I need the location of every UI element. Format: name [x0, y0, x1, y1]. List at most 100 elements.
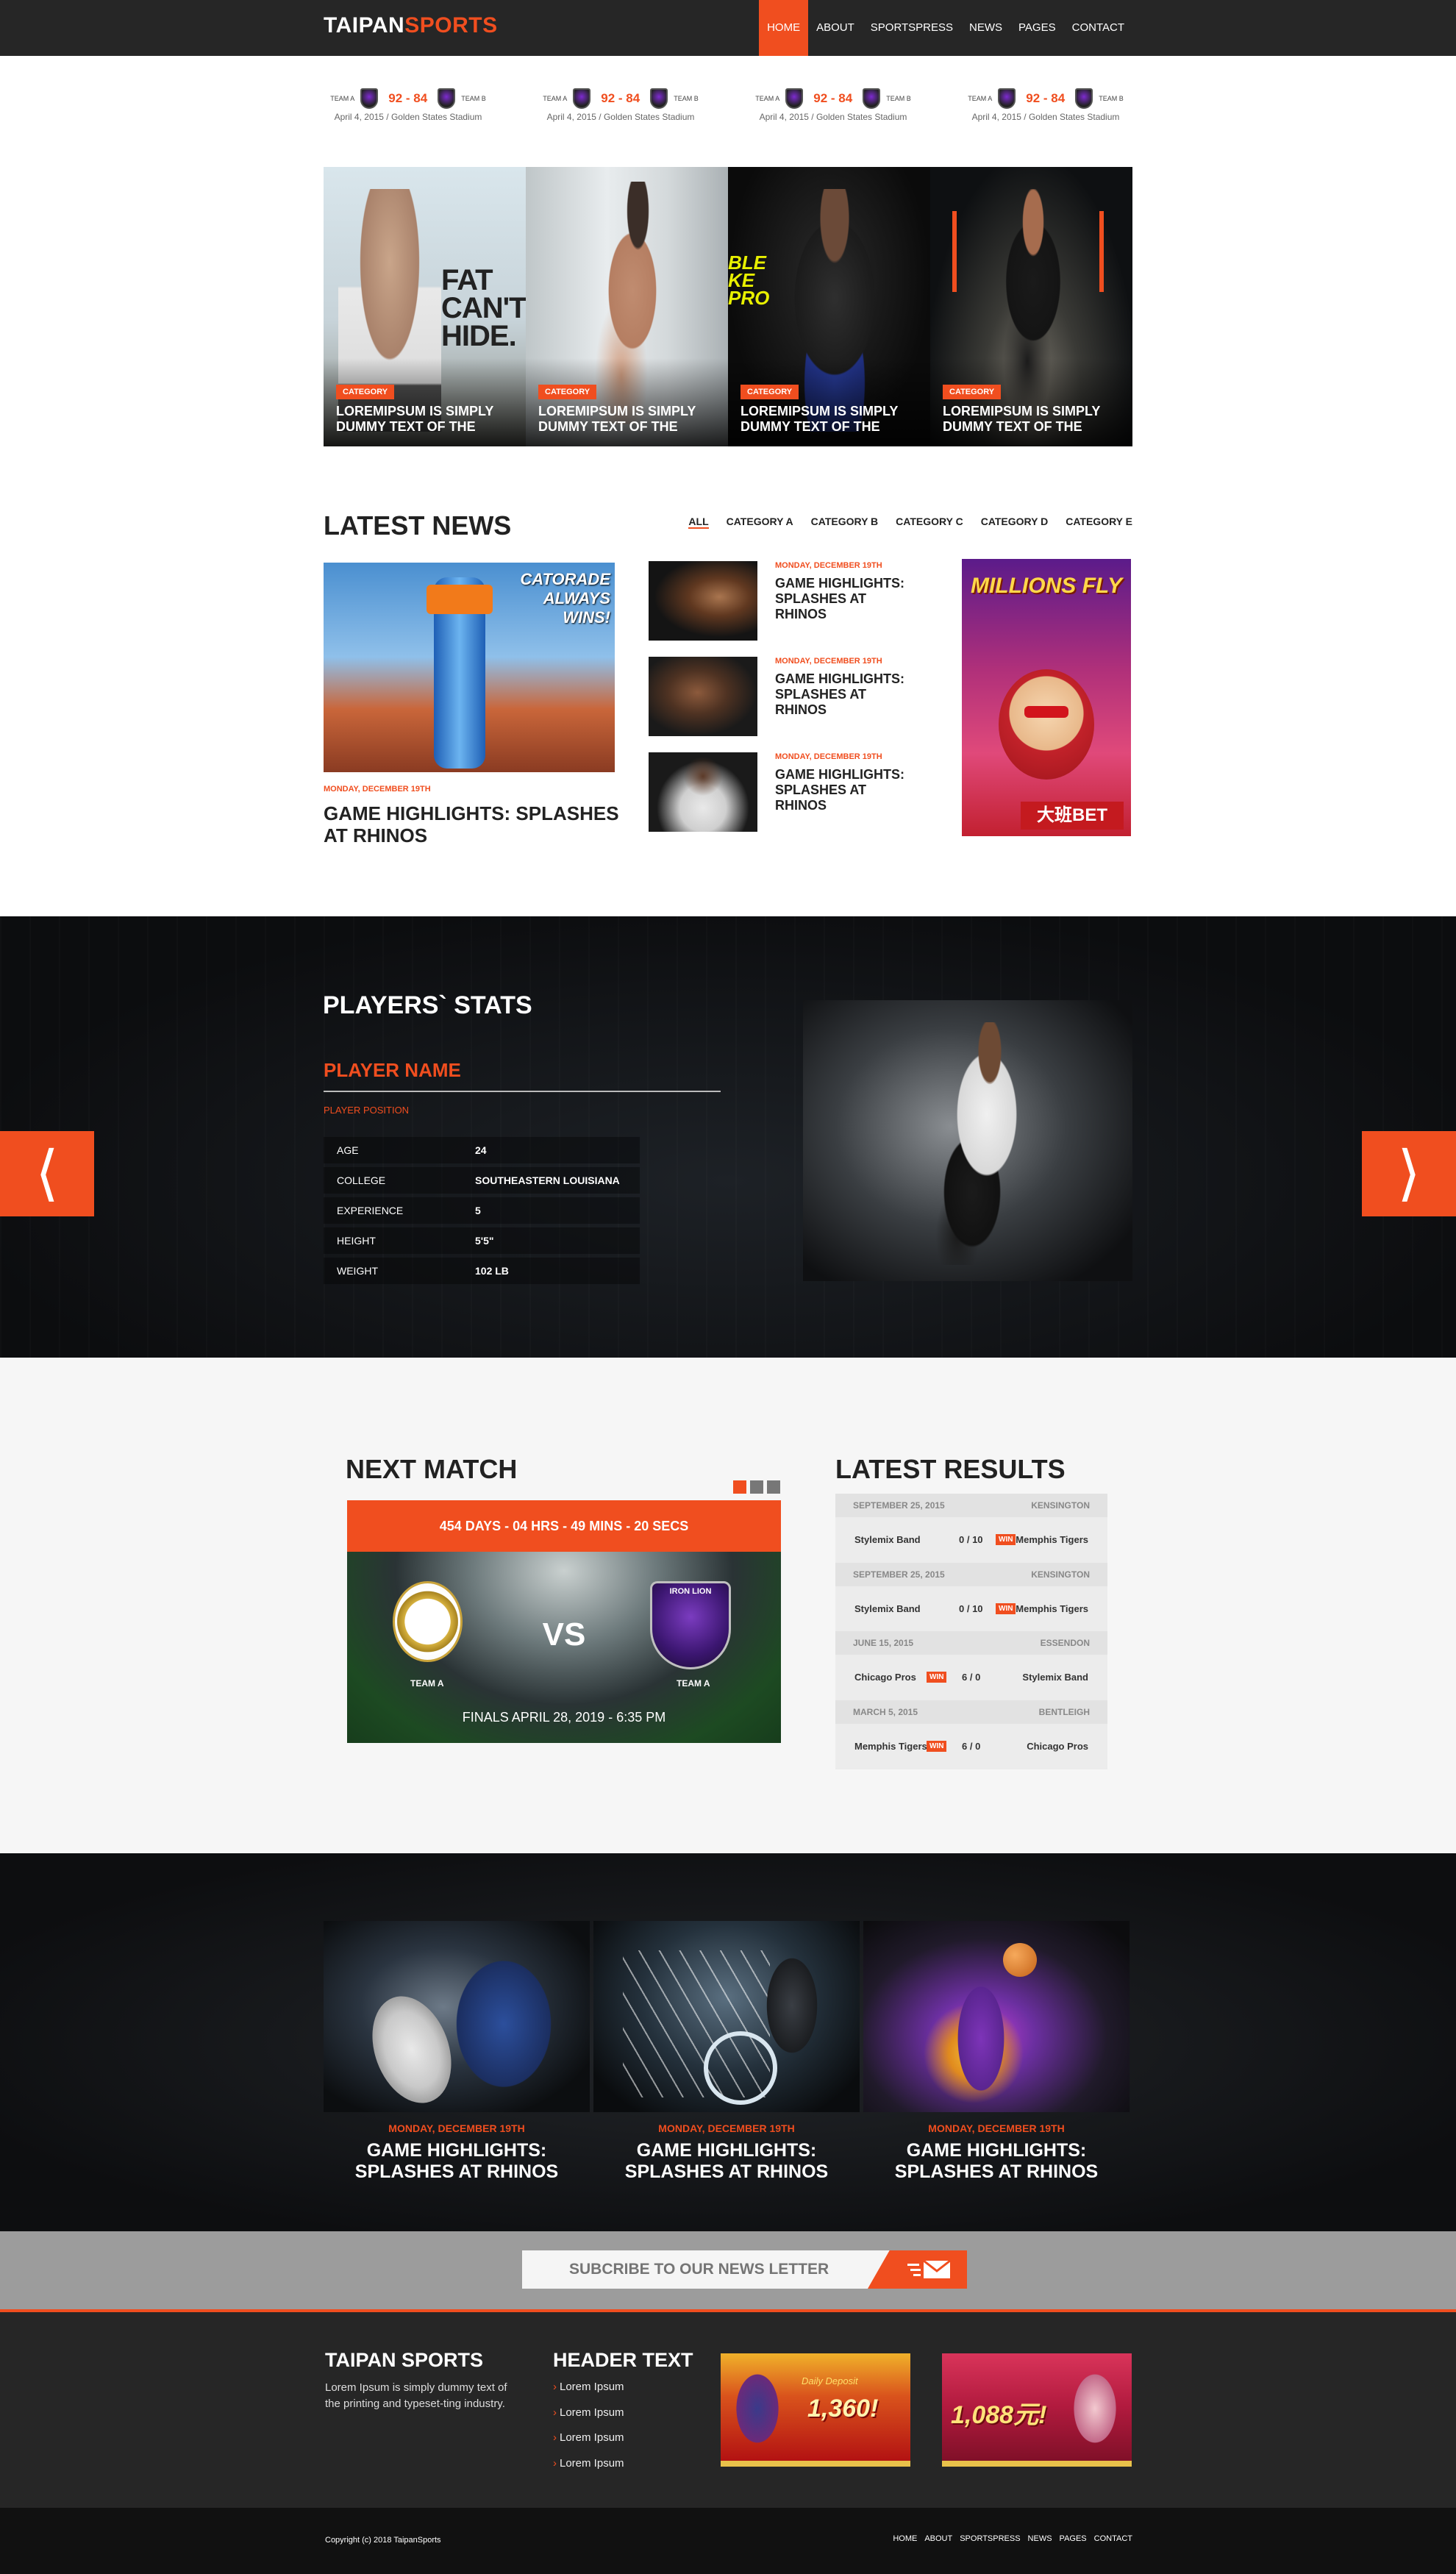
side-advertisement[interactable]: MILLIONS FLY 大班BET: [962, 559, 1131, 836]
feature-tile[interactable]: BLE KE PRO CATEGORY LOREMIPSUM IS SIMPLY…: [728, 167, 930, 446]
ad-mascot-graphic: [999, 669, 1094, 780]
feature-tile[interactable]: CATEGORY LOREMIPSUM IS SIMPLY DUMMY TEXT…: [930, 167, 1132, 446]
tab-category-a[interactable]: CATEGORY A: [727, 516, 793, 529]
stat-value: 5'5": [475, 1235, 494, 1247]
result-date: JUNE 15, 2015: [853, 1638, 914, 1648]
result-date: MARCH 5, 2015: [853, 1707, 918, 1717]
footer-nav-contact[interactable]: CONTACT: [1094, 2534, 1132, 2543]
news-list-item[interactable]: MONDAY, DECEMBER 19TH GAME HIGHLIGHTS: SP…: [649, 657, 906, 738]
category-badge[interactable]: CATEGORY: [943, 385, 1002, 399]
news-thumbnail[interactable]: [649, 561, 757, 641]
tile-title[interactable]: LOREMIPSUM IS SIMPLY DUMMY TEXT OF THE: [336, 404, 513, 435]
footer-link[interactable]: › Lorem Ipsum: [553, 2381, 624, 2393]
nav-sportspress[interactable]: SPORTSPRESS: [863, 0, 961, 56]
nav-about[interactable]: ABOUT: [808, 0, 863, 56]
result-date: SEPTEMBER 25, 2015: [853, 1569, 945, 1580]
footer-nav-about[interactable]: ABOUT: [924, 2534, 952, 2543]
tab-category-c[interactable]: CATEGORY C: [896, 516, 963, 529]
footer-nav-home[interactable]: HOME: [893, 2534, 917, 2543]
score-card[interactable]: TEAM A 92 - 84 TEAM B April 4, 2015 / Gold…: [961, 87, 1130, 131]
carousel-dot[interactable]: [767, 1480, 780, 1494]
highlight-date: MONDAY, DECEMBER 19TH: [388, 2122, 525, 2134]
match-date: April 4, 2015 / Golden States Stadium: [971, 112, 1120, 122]
category-badge[interactable]: CATEGORY: [741, 385, 799, 399]
news-category-tabs: ALL CATEGORY A CATEGORY B CATEGORY C CAT…: [688, 516, 1132, 529]
result-left-team: Stylemix Band: [854, 1603, 921, 1614]
news-thumbnail[interactable]: [649, 657, 757, 736]
news-list-item[interactable]: MONDAY, DECEMBER 19TH GAME HIGHLIGHTS: SP…: [649, 561, 906, 642]
home-team: TEAM A: [330, 95, 355, 102]
stat-row: COLLEGE SOUTHEASTERN LOUISIANA: [324, 1167, 640, 1194]
highlight-title[interactable]: GAME HIGHLIGHTS: SPLASHES AT RHINOS: [863, 2140, 1130, 2183]
score-card[interactable]: TEAM A 92 - 84 TEAM B April 4, 2015 / Gold…: [749, 87, 918, 131]
score: 92 - 84: [601, 91, 640, 105]
highlight-image[interactable]: [863, 1921, 1130, 2112]
result-row[interactable]: Stylemix Band 0 / 10 WIN Memphis Tigers: [835, 1517, 1107, 1563]
news-title[interactable]: GAME HIGHLIGHTS: SPLASHES AT RHINOS: [775, 576, 907, 622]
match-banner[interactable]: IRON LION VS TEAM A TEAM A FINALS APRIL …: [347, 1552, 781, 1743]
footer-nav-news[interactable]: NEWS: [1028, 2534, 1052, 2543]
copyright-text: Copyright (c) 2018 TaipanSports: [325, 2536, 441, 2545]
main-news-title[interactable]: GAME HIGHLIGHTS: SPLASHES AT RHINOS: [324, 802, 625, 846]
stat-value: 102 LB: [475, 1265, 509, 1277]
ad-small-text: Daily Deposit: [802, 2375, 858, 2386]
footer-brand: TAIPAN SPORTS: [325, 2349, 484, 2371]
tile-title[interactable]: LOREMIPSUM IS SIMPLY DUMMY TEXT OF THE: [538, 404, 715, 435]
result-row[interactable]: Stylemix Band 0 / 10 WIN Memphis Tigers: [835, 1586, 1107, 1632]
newsletter-email-input[interactable]: [522, 2250, 904, 2289]
footer-link-label: Lorem Ipsum: [560, 2431, 624, 2444]
match-date: April 4, 2015 / Golden States Stadium: [334, 112, 482, 122]
news-list-item[interactable]: MONDAY, DECEMBER 19TH GAME HIGHLIGHTS: SP…: [649, 752, 906, 833]
category-badge[interactable]: CATEGORY: [336, 385, 395, 399]
nav-contact[interactable]: CONTACT: [1064, 0, 1132, 56]
highlight-image[interactable]: [593, 1921, 860, 2112]
highlight-title[interactable]: GAME HIGHLIGHTS: SPLASHES AT RHINOS: [324, 2140, 590, 2183]
result-right-team: Memphis Tigers: [1016, 1603, 1088, 1614]
tab-category-d[interactable]: CATEGORY D: [981, 516, 1049, 529]
feature-tile[interactable]: FAT CAN'T HIDE. CATEGORY LOREMIPSUM IS S…: [324, 167, 526, 446]
stat-row: HEIGHT 5'5": [324, 1227, 640, 1254]
category-badge[interactable]: CATEGORY: [538, 385, 597, 399]
footer-nav-sportspress[interactable]: SPORTSPRESS: [960, 2534, 1020, 2543]
news-title[interactable]: GAME HIGHLIGHTS: SPLASHES AT RHINOS: [775, 671, 907, 718]
footer-nav-pages[interactable]: PAGES: [1060, 2534, 1087, 2543]
tile-title[interactable]: LOREMIPSUM IS SIMPLY DUMMY TEXT OF THE: [943, 404, 1119, 435]
tab-category-e[interactable]: CATEGORY E: [1066, 516, 1132, 529]
next-player-arrow-icon[interactable]: ⟩: [1362, 1131, 1456, 1216]
carousel-dot[interactable]: [750, 1480, 763, 1494]
team-crest-icon: [863, 88, 881, 109]
latest-results-heading: LATEST RESULTS: [835, 1454, 1066, 1484]
score-card[interactable]: TEAM A 92 - 84 TEAM B April 4, 2015 / Gold…: [324, 87, 493, 131]
carousel-dot-active[interactable]: [733, 1480, 746, 1494]
nav-news[interactable]: NEWS: [961, 0, 1010, 56]
result-row[interactable]: Memphis Tigers WIN 6 / 0 Chicago Pros: [835, 1724, 1107, 1769]
footer-ad-banner[interactable]: Daily Deposit 1,360!: [721, 2353, 910, 2467]
tile-title[interactable]: LOREMIPSUM IS SIMPLY DUMMY TEXT OF THE: [741, 404, 917, 435]
team-crest-icon: [998, 88, 1016, 109]
footer-links-heading: HEADER TEXT: [553, 2349, 693, 2371]
nav-home[interactable]: HOME: [759, 0, 809, 56]
result-row[interactable]: Chicago Pros WIN 6 / 0 Stylemix Band: [835, 1655, 1107, 1700]
prev-player-arrow-icon[interactable]: ⟨: [0, 1131, 94, 1216]
tab-all[interactable]: ALL: [688, 516, 709, 529]
footer-ad-banner[interactable]: 1,088元!: [942, 2353, 1132, 2467]
news-title[interactable]: GAME HIGHLIGHTS: SPLASHES AT RHINOS: [775, 767, 907, 813]
highlight-image[interactable]: [324, 1921, 590, 2112]
home-team: TEAM A: [755, 95, 780, 102]
footer-link[interactable]: › Lorem Ipsum: [553, 2457, 624, 2470]
feature-tile[interactable]: CATEGORY LOREMIPSUM IS SIMPLY DUMMY TEXT…: [526, 167, 728, 446]
score-card[interactable]: TEAM A 92 - 84 TEAM B April 4, 2015 / Gold…: [536, 87, 705, 131]
footer-link[interactable]: › Lorem Ipsum: [553, 2406, 624, 2419]
footer-link[interactable]: › Lorem Ipsum: [553, 2431, 624, 2444]
nav-pages[interactable]: PAGES: [1010, 0, 1064, 56]
site-logo[interactable]: TAIPANSPORTS: [324, 13, 498, 38]
news-thumbnail[interactable]: [649, 752, 757, 832]
team-right-label: TEAM A: [677, 1678, 710, 1689]
tab-category-b[interactable]: CATEGORY B: [811, 516, 879, 529]
highlight-title[interactable]: GAME HIGHLIGHTS: SPLASHES AT RHINOS: [593, 2140, 860, 2183]
score: 92 - 84: [388, 91, 428, 105]
result-venue: ESSENDON: [1040, 1638, 1090, 1648]
main-news-image[interactable]: CATORADE ALWAYS WINS!: [324, 563, 615, 772]
away-team: TEAM B: [461, 95, 486, 102]
ad-character-graphic: [728, 2361, 787, 2456]
